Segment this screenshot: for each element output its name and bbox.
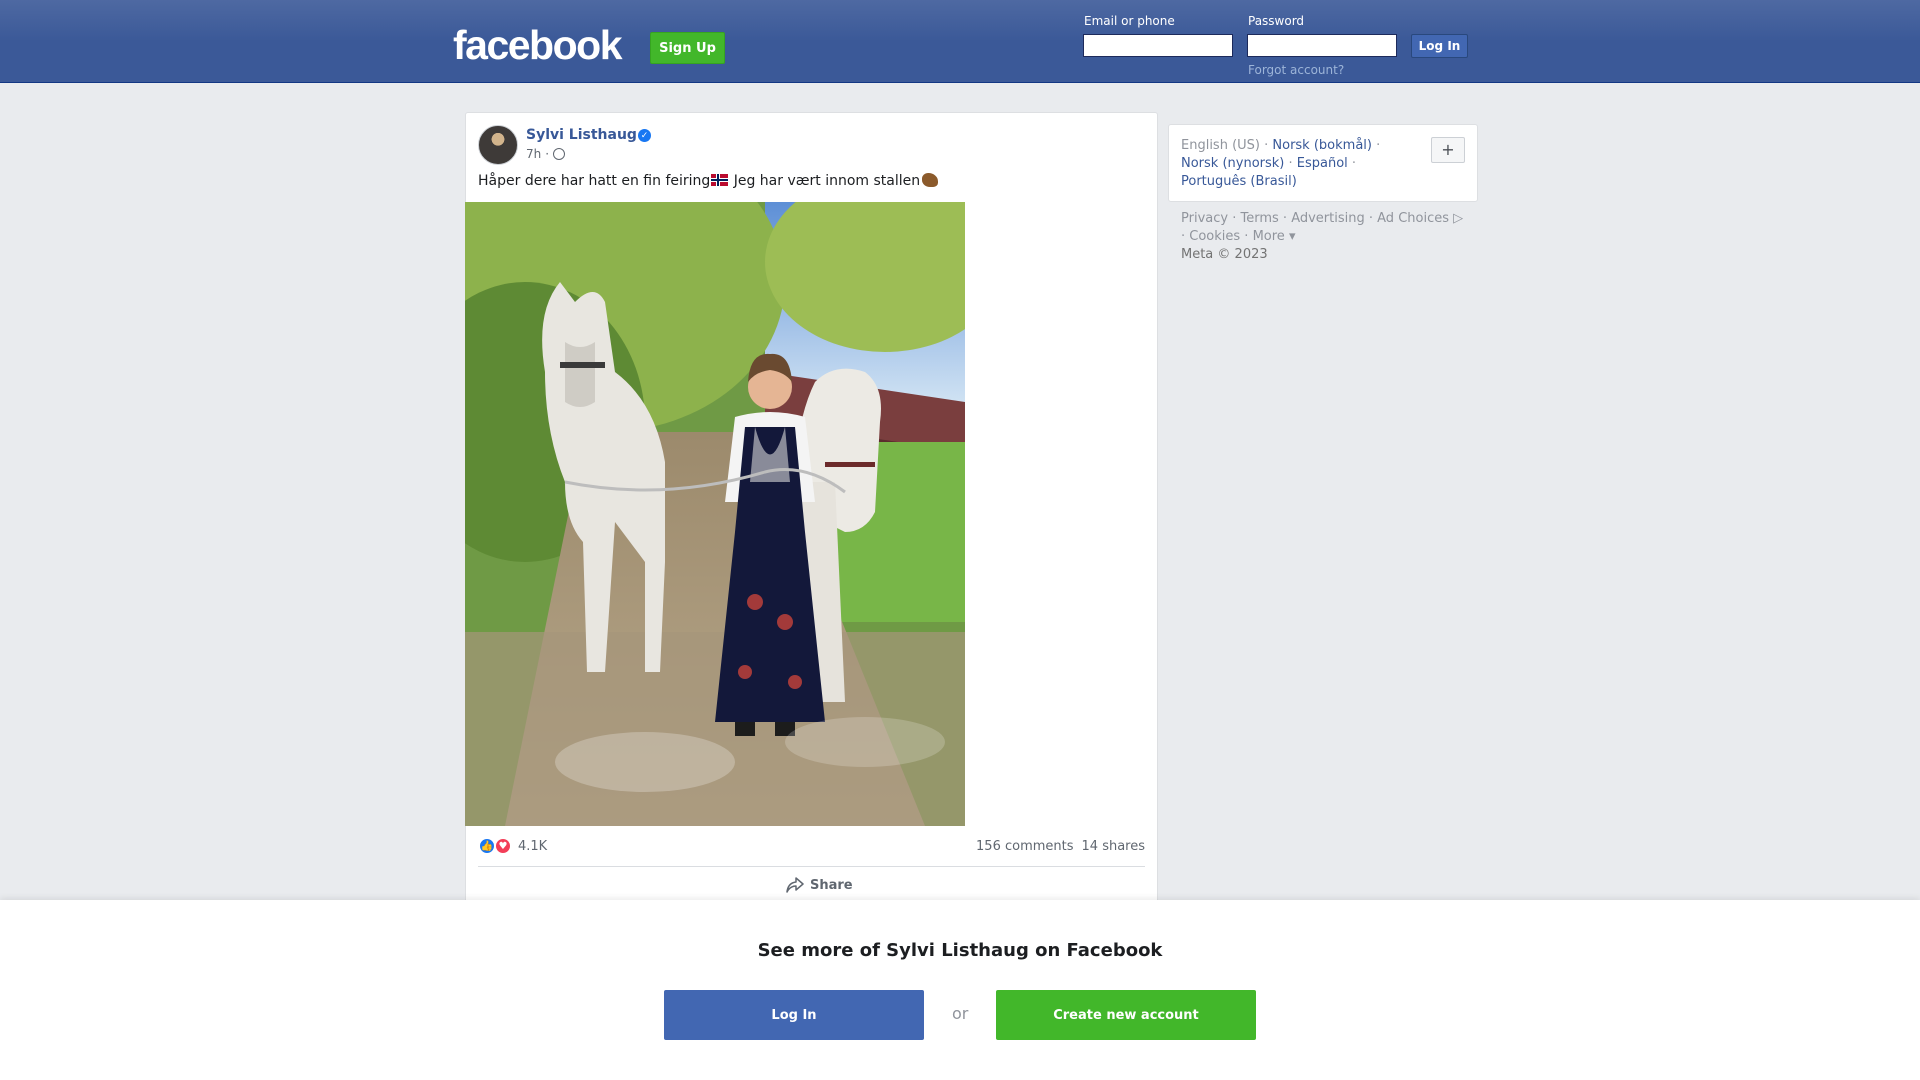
more-languages-button[interactable]: +	[1431, 137, 1465, 163]
bottom-log-in-button[interactable]: Log In	[664, 990, 924, 1040]
language-selector: English (US) · Norsk (bokmål) · Norsk (n…	[1168, 124, 1478, 202]
top-navigation-bar: facebook Sign Up Email or phone Password…	[0, 0, 1920, 83]
horse-emoji-icon	[922, 173, 939, 187]
reactions-summary[interactable]: 👍 ♥ 4.1K	[478, 837, 547, 855]
love-reaction-icon: ♥	[494, 837, 512, 855]
shares-count[interactable]: 14 shares	[1082, 839, 1145, 854]
or-separator: or	[952, 1004, 969, 1023]
author-avatar[interactable]	[478, 125, 518, 165]
share-button[interactable]: Share	[786, 877, 853, 893]
footer-more[interactable]: More	[1253, 229, 1285, 244]
footer-privacy[interactable]: Privacy	[1181, 211, 1228, 226]
email-field[interactable]	[1083, 34, 1233, 57]
forgot-account-link[interactable]: Forgot account?	[1248, 63, 1344, 77]
norway-flag-icon	[711, 174, 729, 186]
language-espanol[interactable]: Español	[1297, 156, 1348, 171]
photo-woman-with-horses	[465, 202, 965, 826]
share-arrow-icon	[786, 877, 804, 893]
password-field[interactable]	[1247, 34, 1397, 57]
caret-down-icon: ▾	[1284, 229, 1296, 244]
language-norsk-bokmal[interactable]: Norsk (bokmål)	[1272, 138, 1372, 153]
language-norsk-nynorsk[interactable]: Norsk (nynorsk)	[1181, 156, 1284, 171]
footer-links: Privacy · Terms · Advertising · Ad Choic…	[1181, 211, 1464, 262]
language-current: English (US)	[1181, 138, 1260, 153]
comments-count[interactable]: 156 comments	[976, 839, 1073, 854]
login-prompt-bar: See more of Sylvi Listhaug on Facebook L…	[0, 900, 1920, 1080]
post-card: Sylvi Listhaug ✓ 7h · Håper dere har hat…	[465, 112, 1158, 912]
email-label: Email or phone	[1084, 14, 1175, 28]
post-meta: 7h ·	[526, 147, 566, 161]
engagement-counts: 156 comments 14 shares	[976, 839, 1145, 854]
author-name[interactable]: Sylvi Listhaug	[526, 127, 637, 143]
footer-ad-choices[interactable]: Ad Choices	[1377, 211, 1449, 226]
language-portugues[interactable]: Português (Brasil)	[1181, 174, 1297, 189]
password-label: Password	[1248, 14, 1305, 28]
footer-cookies[interactable]: Cookies	[1189, 229, 1240, 244]
log-in-button[interactable]: Log In	[1411, 34, 1468, 58]
share-label: Share	[810, 877, 853, 893]
sign-up-button[interactable]: Sign Up	[650, 32, 725, 64]
footer-advertising[interactable]: Advertising	[1291, 211, 1365, 226]
footer-terms[interactable]: Terms	[1240, 211, 1278, 226]
login-prompt-title: See more of Sylvi Listhaug on Facebook	[757, 940, 1163, 961]
post-text: Håper dere har hatt en fin feiring Jeg h…	[478, 173, 939, 189]
ad-choices-icon: ▷	[1449, 211, 1464, 226]
verified-badge-icon: ✓	[638, 129, 651, 142]
copyright: Meta © 2023	[1181, 247, 1268, 262]
post-time[interactable]: 7h	[526, 147, 541, 161]
action-divider	[478, 866, 1145, 867]
create-account-button[interactable]: Create new account	[996, 990, 1256, 1040]
post-photo[interactable]	[465, 202, 965, 826]
facebook-logo[interactable]: facebook	[453, 22, 623, 69]
reaction-count: 4.1K	[518, 838, 548, 854]
globe-icon	[553, 148, 566, 160]
